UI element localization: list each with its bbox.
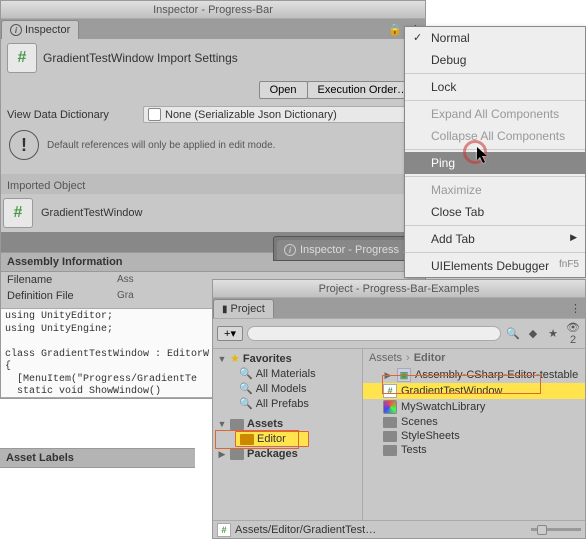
- view-data-dictionary-row: View Data Dictionary None (Serializable …: [1, 103, 425, 126]
- tree-assets[interactable]: ▼Assets: [213, 417, 362, 431]
- menu-lock[interactable]: Lock: [405, 76, 585, 98]
- menu-add-tab[interactable]: Add Tab▶: [405, 228, 585, 250]
- chevron-down-icon[interactable]: ▼: [217, 419, 227, 429]
- header: # GradientTestWindow Import Settings: [1, 39, 425, 77]
- search-icon: 🔍: [239, 367, 253, 380]
- hidden-icon[interactable]: 👁2: [565, 321, 581, 346]
- script-icon: #: [3, 198, 33, 228]
- tab-label: Project: [231, 303, 265, 315]
- tab-bar: ▮ Project ⋮: [213, 298, 585, 318]
- context-menu: Normal Debug Lock Expand All Components …: [404, 26, 586, 278]
- tree-favorites[interactable]: ▼★Favorites: [213, 351, 362, 366]
- zoom-slider[interactable]: [531, 528, 581, 531]
- page-title: GradientTestWindow Import Settings: [43, 51, 419, 65]
- list-item[interactable]: Tests: [363, 443, 585, 457]
- filter-icon[interactable]: ◆: [525, 327, 541, 340]
- menu-expand: Expand All Components: [405, 103, 585, 125]
- filename-value: Ass: [117, 274, 134, 286]
- search-icon: 🔍: [239, 382, 253, 395]
- filename-label: Filename: [7, 274, 117, 286]
- add-button[interactable]: +▾: [217, 326, 243, 341]
- tree-item[interactable]: 🔍All Models: [213, 381, 362, 396]
- header-buttons: Open Execution Order…: [1, 77, 425, 103]
- field-label: View Data Dictionary: [7, 109, 137, 121]
- imported-item[interactable]: # GradientTestWindow: [1, 194, 425, 232]
- floating-tab-label: Inspector - Progress …: [300, 244, 413, 256]
- tree-item[interactable]: 🔍All Materials: [213, 366, 362, 381]
- list-item[interactable]: StyleSheets: [363, 429, 585, 443]
- exec-order-button[interactable]: Execution Order…: [307, 81, 419, 99]
- tab-inspector[interactable]: i Inspector: [1, 20, 79, 39]
- info-text: Default references will only be applied …: [47, 140, 275, 151]
- menu-normal[interactable]: Normal: [405, 27, 585, 49]
- tab-bar: i Inspector 🔒 ⋮: [1, 19, 425, 39]
- star-icon: ★: [230, 352, 240, 365]
- project-footer: # Assets/Editor/GradientTest…: [213, 520, 585, 538]
- imported-item-name: GradientTestWindow: [41, 207, 143, 219]
- menu-uielements-debugger[interactable]: UIElements DebuggerfnF5: [405, 255, 585, 277]
- chevron-right-icon[interactable]: ▶: [217, 449, 227, 460]
- tab-options-icon[interactable]: ⋮: [566, 298, 585, 318]
- folder-icon: [383, 431, 397, 442]
- list-item[interactable]: MySwatchLibrary: [363, 399, 585, 415]
- folder-icon: [230, 419, 244, 430]
- deffile-value: Gra: [117, 290, 134, 302]
- tree-item[interactable]: 🔍All Prefabs: [213, 396, 362, 411]
- open-button[interactable]: Open: [259, 81, 308, 99]
- tree-packages[interactable]: ▶Packages: [213, 447, 362, 461]
- folder-icon: [383, 417, 397, 428]
- footer-path: Assets/Editor/GradientTest…: [235, 524, 376, 536]
- folder-icon: ▮: [222, 304, 228, 315]
- folder-icon: [383, 445, 397, 456]
- chevron-right-icon: ›: [406, 352, 410, 364]
- deffile-label: Definition File: [7, 290, 117, 302]
- menu-maximize: Maximize: [405, 179, 585, 201]
- chevron-right-icon: ▶: [570, 232, 577, 243]
- menu-ping[interactable]: Ping: [405, 152, 585, 174]
- tab-project[interactable]: ▮ Project: [213, 299, 274, 318]
- asset-labels-header[interactable]: Asset Labels: [0, 448, 195, 468]
- search-icon[interactable]: 🔍: [505, 327, 521, 340]
- imported-label: Imported Object: [1, 174, 425, 194]
- script-icon: #: [217, 523, 231, 537]
- project-toolbar: +▾ 🔍 ◆ ★ 👁2: [213, 318, 585, 348]
- project-window: Project - Progress-Bar-Examples ▮ Projec…: [212, 279, 586, 539]
- highlight-box: [382, 375, 541, 394]
- warning-icon: !: [9, 130, 39, 160]
- view-data-dictionary-field[interactable]: None (Serializable Json Dictionary): [143, 106, 419, 123]
- list-item[interactable]: Scenes: [363, 415, 585, 429]
- lock-icon[interactable]: 🔒: [384, 19, 406, 39]
- tab-label: Inspector: [25, 24, 70, 36]
- menu-close-tab[interactable]: Close Tab: [405, 201, 585, 223]
- swatch-icon: [383, 400, 397, 414]
- highlight-box: [215, 430, 299, 449]
- info-icon: i: [10, 24, 22, 36]
- kbd-shortcut: fnF5: [559, 259, 579, 270]
- window-title: Inspector - Progress-Bar: [1, 1, 425, 19]
- breadcrumb[interactable]: Assets›Editor: [363, 349, 585, 367]
- menu-debug[interactable]: Debug: [405, 49, 585, 71]
- search-input[interactable]: [247, 326, 501, 341]
- menu-collapse: Collapse All Components: [405, 125, 585, 147]
- chevron-down-icon[interactable]: ▼: [217, 354, 227, 364]
- field-value: None (Serializable Json Dictionary): [165, 109, 337, 121]
- search-icon: 🔍: [239, 397, 253, 410]
- checkbox[interactable]: [148, 108, 161, 121]
- script-icon: #: [7, 43, 37, 73]
- window-title: Project - Progress-Bar-Examples: [213, 280, 585, 298]
- favorite-icon[interactable]: ★: [545, 327, 561, 340]
- info-box: ! Default references will only be applie…: [1, 126, 425, 164]
- folder-icon: [230, 449, 244, 460]
- info-icon: i: [284, 244, 296, 256]
